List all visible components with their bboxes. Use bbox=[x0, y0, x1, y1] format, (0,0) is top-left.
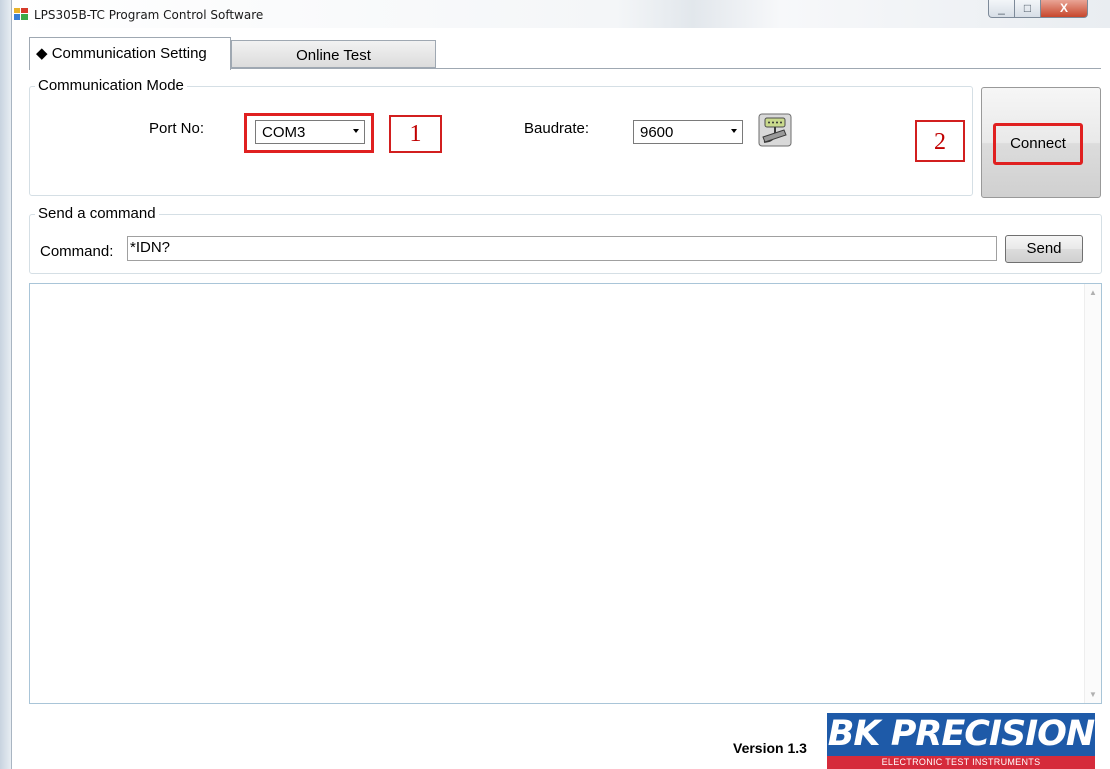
chevron-down-icon bbox=[731, 129, 737, 133]
communication-mode-group bbox=[29, 86, 973, 196]
tab-divider bbox=[231, 68, 1101, 69]
serial-port-icon[interactable] bbox=[758, 113, 792, 147]
baudrate-select[interactable]: 9600 bbox=[633, 120, 743, 144]
output-textarea[interactable]: ▲ ▼ bbox=[29, 283, 1102, 704]
close-icon: X bbox=[1059, 1, 1068, 15]
connect-button[interactable]: Connect bbox=[996, 126, 1080, 162]
minimize-button[interactable]: _ bbox=[988, 0, 1015, 18]
annotation-marker-1: 1 bbox=[389, 115, 442, 153]
port-label: Port No: bbox=[149, 120, 205, 137]
tab-communication-setting[interactable]: ◆ Communication Setting bbox=[29, 37, 231, 70]
app-icon bbox=[14, 7, 28, 20]
maximize-icon: □ bbox=[1023, 1, 1032, 15]
command-input[interactable]: *IDN? bbox=[127, 236, 997, 261]
command-value: *IDN? bbox=[130, 239, 171, 256]
send-button[interactable]: Send bbox=[1005, 235, 1083, 263]
logo-tagline: ELECTRONIC TEST INSTRUMENTS bbox=[881, 757, 1041, 767]
command-label: Command: bbox=[40, 243, 114, 260]
send-command-legend: Send a command bbox=[35, 205, 159, 222]
baudrate-label: Baudrate: bbox=[524, 120, 590, 137]
chevron-down-icon bbox=[353, 129, 359, 133]
scroll-up-icon[interactable]: ▲ bbox=[1085, 288, 1101, 297]
vertical-scrollbar[interactable]: ▲ ▼ bbox=[1084, 284, 1101, 703]
window-title: LPS305B-TC Program Control Software bbox=[34, 8, 264, 22]
close-button[interactable]: X bbox=[1041, 0, 1088, 18]
scroll-down-icon[interactable]: ▼ bbox=[1085, 690, 1101, 699]
communication-mode-legend: Communication Mode bbox=[35, 77, 187, 94]
annotation-marker-2: 2 bbox=[915, 120, 965, 162]
version-label: Version 1.3 bbox=[733, 740, 807, 756]
logo-tagline-bar: ELECTRONIC TEST INSTRUMENTS bbox=[827, 756, 1095, 769]
baudrate-value: 9600 bbox=[640, 124, 674, 141]
logo-text: BK PRECISION bbox=[827, 714, 1095, 754]
maximize-button[interactable]: □ bbox=[1015, 0, 1041, 18]
port-value: COM3 bbox=[262, 124, 306, 141]
tab-online-test[interactable]: Online Test bbox=[231, 40, 436, 68]
port-select[interactable]: COM3 bbox=[255, 120, 365, 144]
window-left-border bbox=[0, 0, 12, 769]
minimize-icon: _ bbox=[998, 1, 1005, 15]
bk-precision-logo: BK PRECISION bbox=[827, 713, 1095, 756]
